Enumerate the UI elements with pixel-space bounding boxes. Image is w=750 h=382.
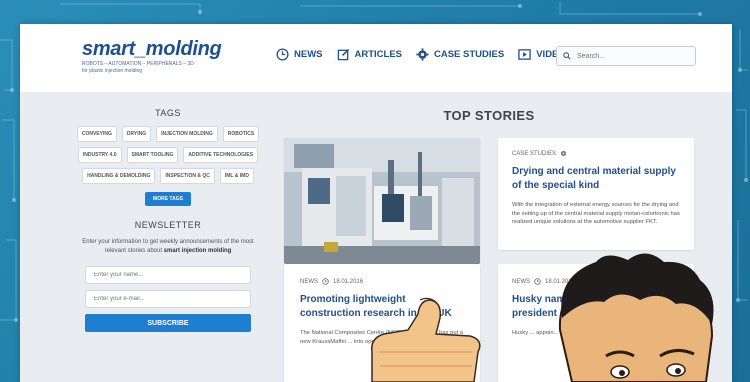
tag[interactable]: HANDLING & DEMOLDING xyxy=(82,168,156,184)
story-meta: CASE STUDIES xyxy=(512,150,680,157)
tag[interactable]: SMART TOOLING xyxy=(126,147,179,163)
nav-articles[interactable]: ARTICLES xyxy=(337,48,403,61)
story-date: 18.01.2016 xyxy=(545,278,576,285)
clock-icon xyxy=(322,278,329,285)
tag[interactable]: INJECTION MOLDING xyxy=(156,126,218,142)
story-title[interactable]: Promoting lightweight construction resea… xyxy=(300,293,464,321)
logo-tagline-sub: for plastic injection molding xyxy=(82,68,143,74)
tag[interactable]: INDUSTRY 4.0 xyxy=(77,147,122,163)
nav-case-studies[interactable]: CASE STUDIES xyxy=(416,48,504,61)
nav-news[interactable]: NEWS xyxy=(276,48,323,61)
nav-case-studies-label: CASE STUDIES xyxy=(434,49,505,60)
search-input[interactable] xyxy=(577,52,687,60)
story-category: NEWS xyxy=(512,278,530,285)
subscribe-button[interactable]: SUBSCRIBE xyxy=(85,314,251,332)
nav-news-label: NEWS xyxy=(294,49,323,60)
tag-list: CONVEYING DRYING INJECTION MOLDING ROBOT… xyxy=(68,126,268,184)
tags-title: TAGS xyxy=(155,108,181,118)
tag[interactable]: DRYING xyxy=(121,126,152,142)
tag[interactable]: INSPECTION & QC xyxy=(160,168,215,184)
story-meta: NEWS 18.01.2016 xyxy=(300,278,464,285)
story-excerpt: Husky ... appoin... Presid... xyxy=(512,330,582,336)
play-icon xyxy=(518,49,531,60)
sidebar: TAGS CONVEYING DRYING INJECTION MOLDING … xyxy=(68,108,268,332)
logo-name: smart_molding xyxy=(82,38,222,60)
story-meta: NEWS 18.01.2016 xyxy=(512,278,680,285)
top-stories-title: TOP STORIES xyxy=(443,108,535,123)
edit-icon xyxy=(337,48,349,61)
tag[interactable]: ROBOTICS xyxy=(222,126,260,142)
main-nav: NEWS ARTICLES CASE STUDIES VIDEOS xyxy=(276,48,572,61)
gear-icon xyxy=(561,151,567,156)
gear-icon xyxy=(416,48,429,61)
tag[interactable]: CONVEYING xyxy=(76,126,117,142)
site-header: smart_molding ROBOTS – AUTOMATION – PERI… xyxy=(20,24,732,92)
story-category: NEWS xyxy=(300,278,318,285)
story-card-2[interactable]: NEWS 18.01.2016 Promoting lightweight co… xyxy=(284,264,480,382)
newsletter-text-bold: smart injection molding xyxy=(163,248,232,254)
newsletter-description: Enter your information to get weekly ann… xyxy=(72,238,264,256)
tag[interactable]: IML & IMD xyxy=(219,168,254,184)
newsletter-section: NEWSLETTER Enter your information to get… xyxy=(68,220,268,332)
machinery-photo xyxy=(284,138,480,264)
story-image[interactable] xyxy=(284,138,480,264)
clock-icon xyxy=(276,48,289,61)
story-excerpt: The National Composites Centre (NCC) ...… xyxy=(300,330,464,345)
clock-icon xyxy=(534,278,541,285)
newsletter-title: NEWSLETTER xyxy=(134,220,202,230)
search-box[interactable] xyxy=(556,46,696,66)
story-card-3[interactable]: NEWS 18.01.2016 Husky names ... presiden… xyxy=(498,264,694,382)
story-title[interactable]: Drying and central material supply of th… xyxy=(512,165,680,193)
tag[interactable]: ADDITIVE TECHNOLOGIES xyxy=(183,147,259,163)
story-title[interactable]: Husky names ... president ... control xyxy=(512,293,622,321)
logo-tagline: ROBOTS – AUTOMATION – PERIPHERALS – 3D xyxy=(82,61,194,67)
name-field[interactable] xyxy=(85,266,251,284)
browser-page: smart_molding ROBOTS – AUTOMATION – PERI… xyxy=(20,24,732,382)
story-date: 18.01.2016 xyxy=(333,278,364,285)
email-field[interactable] xyxy=(85,290,251,308)
site-logo[interactable]: smart_molding ROBOTS – AUTOMATION – PERI… xyxy=(82,38,222,75)
search-icon xyxy=(563,52,571,60)
nav-articles-label: ARTICLES xyxy=(354,49,403,60)
story-excerpt: With the integration of external energy … xyxy=(512,202,680,225)
story-category: CASE STUDIES xyxy=(512,150,557,157)
story-card-1[interactable]: CASE STUDIES Drying and central material… xyxy=(498,138,694,250)
more-tags-button[interactable]: MORE TAGS xyxy=(145,192,191,206)
